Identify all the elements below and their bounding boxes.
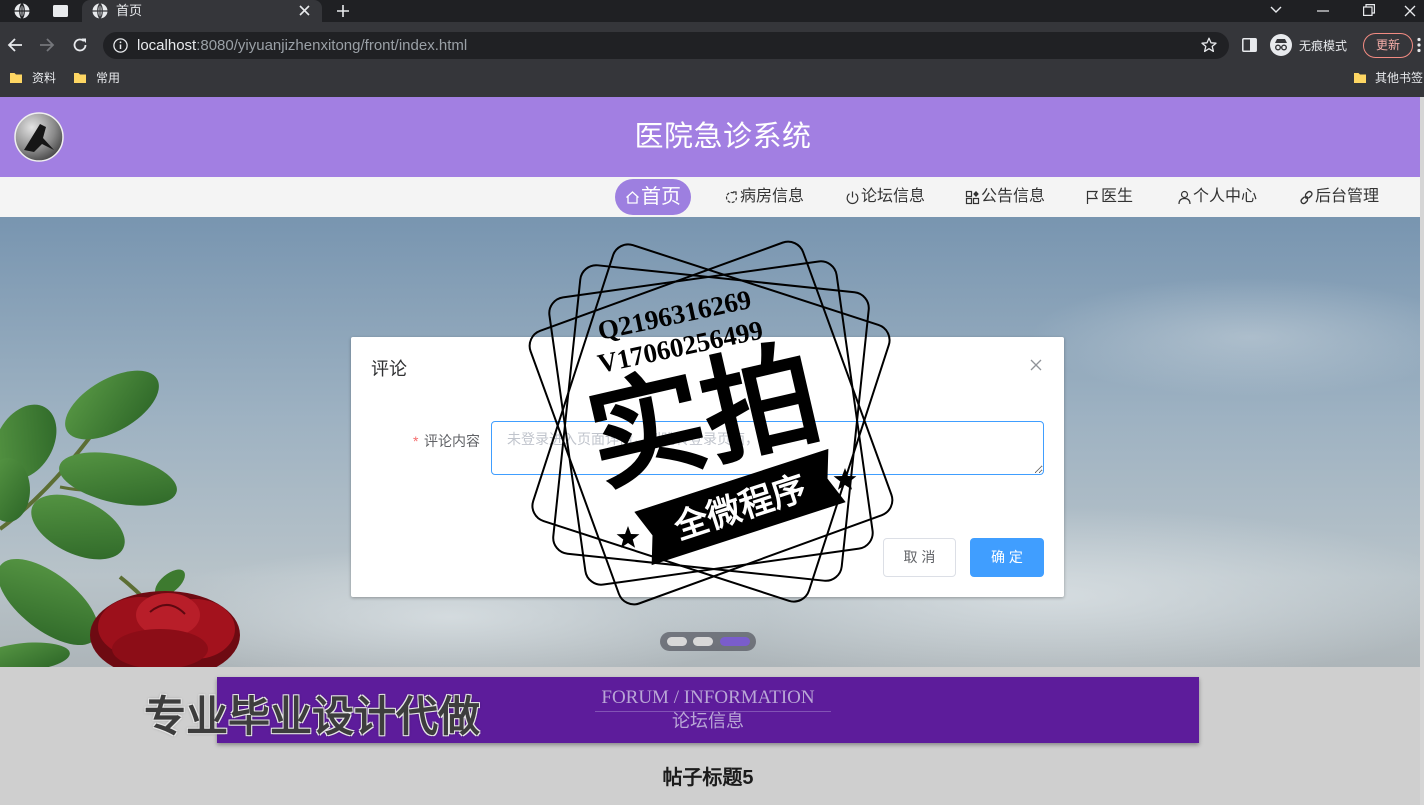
nav-item-label: 后台管理 bbox=[1315, 188, 1380, 205]
window-close-button[interactable] bbox=[1404, 5, 1416, 17]
nav-item-wards[interactable]: 病房信息 bbox=[724, 186, 804, 208]
section-title-en: FORUM / INFORMATION bbox=[601, 687, 815, 708]
bookmark-label[interactable]: 资料 bbox=[32, 71, 56, 85]
minimize-button[interactable] bbox=[1317, 6, 1329, 16]
nav-item-doctors[interactable]: 医生 bbox=[1085, 186, 1133, 208]
side-panel-button[interactable] bbox=[1242, 38, 1257, 52]
bookmarks-bar bbox=[0, 68, 1424, 97]
nav-item-label: 首页 bbox=[641, 186, 681, 208]
other-bookmarks-folder[interactable] bbox=[1354, 72, 1366, 84]
dialog-close-button[interactable] bbox=[1030, 359, 1042, 371]
user-icon bbox=[1178, 190, 1191, 204]
url-text[interactable]: localhost:8080/yiyuanjizhenxitong/front/… bbox=[137, 37, 467, 54]
required-mark: * bbox=[413, 433, 419, 449]
carousel-indicator-2[interactable] bbox=[693, 637, 713, 646]
nav-item-label: 公告信息 bbox=[981, 188, 1046, 205]
grid-icon bbox=[965, 190, 980, 204]
nav-item-label: 论坛信息 bbox=[861, 188, 926, 205]
post-title[interactable]: 帖子标题5 bbox=[217, 765, 1199, 791]
power-icon bbox=[846, 191, 859, 204]
globe-icon bbox=[14, 3, 30, 19]
restore-icon bbox=[1363, 4, 1375, 16]
close-icon bbox=[1030, 359, 1042, 371]
star-icon bbox=[1201, 37, 1217, 53]
nav-item-notices[interactable]: 公告信息 bbox=[965, 186, 1045, 208]
nav-item-label: 个人中心 bbox=[1193, 188, 1258, 205]
forward-button[interactable] bbox=[39, 37, 55, 53]
home-icon bbox=[626, 190, 639, 204]
bookmark-folder-1[interactable] bbox=[74, 72, 86, 84]
nav-item-label: 病房信息 bbox=[740, 188, 805, 205]
other-bookmarks-label[interactable]: 其他书签 bbox=[1375, 71, 1423, 85]
refresh-icon bbox=[725, 190, 738, 203]
nav-item-home[interactable]: 首页 bbox=[625, 186, 681, 208]
dialog-title: 评论 bbox=[371, 359, 407, 379]
reload-icon bbox=[73, 38, 87, 52]
browser-menu-button[interactable] bbox=[1414, 37, 1424, 53]
minimize-icon bbox=[1317, 10, 1329, 12]
pinned-tab-2[interactable] bbox=[53, 5, 68, 17]
update-button[interactable]: 更新 bbox=[1363, 33, 1413, 58]
page-title: 医院急诊系统 bbox=[634, 121, 812, 153]
carousel-indicator-1[interactable] bbox=[667, 637, 687, 646]
nav-item-admin[interactable]: 后台管理 bbox=[1299, 186, 1379, 208]
info-icon bbox=[113, 38, 128, 53]
back-button[interactable] bbox=[7, 37, 23, 53]
globe-icon bbox=[92, 3, 108, 19]
url-host: localhost bbox=[137, 37, 197, 54]
incognito-icon bbox=[1270, 34, 1292, 56]
site-logo bbox=[14, 112, 64, 162]
side-panel-icon bbox=[1242, 38, 1257, 52]
tab-title: 首页 bbox=[116, 3, 143, 18]
pinned-tab[interactable] bbox=[14, 3, 30, 19]
comment-field-label: 评论内容 bbox=[424, 433, 480, 449]
nav-item-profile[interactable]: 个人中心 bbox=[1177, 186, 1257, 208]
profile-avatar[interactable] bbox=[1270, 34, 1292, 56]
profile-label[interactable]: 无痕模式 bbox=[1299, 39, 1347, 53]
page-icon bbox=[53, 5, 68, 17]
tab-favicon bbox=[92, 3, 108, 19]
bookmark-folder-0[interactable] bbox=[10, 72, 22, 84]
section-title-cn: 论坛信息 bbox=[672, 711, 744, 731]
confirm-button[interactable]: 确 定 bbox=[970, 538, 1044, 577]
more-vertical-icon bbox=[1417, 37, 1421, 53]
url-path: :8080/yiyuanjizhenxitong/front/index.htm… bbox=[196, 37, 468, 54]
tab-search-button[interactable] bbox=[1270, 6, 1282, 14]
restore-button[interactable] bbox=[1363, 4, 1375, 16]
nav-item-label: 医生 bbox=[1101, 188, 1134, 205]
cancel-button[interactable]: 取 消 bbox=[883, 538, 956, 577]
link-icon bbox=[1300, 190, 1313, 204]
section-heading-bar: FORUM / INFORMATION 论坛信息 bbox=[217, 677, 1199, 743]
bookmark-star-button[interactable] bbox=[1201, 37, 1217, 53]
site-info-button[interactable] bbox=[113, 38, 128, 53]
folder-icon bbox=[10, 73, 22, 83]
flag-icon bbox=[1086, 190, 1099, 204]
carousel-indicator-3[interactable] bbox=[720, 637, 750, 646]
chevron-down-icon bbox=[1270, 6, 1282, 13]
arrow-left-icon bbox=[7, 38, 22, 52]
comment-textarea[interactable] bbox=[491, 421, 1044, 475]
plus-icon bbox=[337, 5, 349, 17]
close-icon bbox=[299, 5, 310, 16]
tab-close-button[interactable] bbox=[299, 5, 310, 16]
reload-button[interactable] bbox=[72, 37, 88, 53]
folder-icon bbox=[74, 73, 86, 83]
new-tab-button[interactable] bbox=[336, 4, 350, 18]
arrow-right-icon bbox=[40, 38, 55, 52]
close-icon bbox=[1404, 5, 1416, 17]
bookmark-label[interactable]: 常用 bbox=[96, 71, 120, 85]
page-scrollbar[interactable] bbox=[1420, 97, 1424, 805]
nav-item-forum[interactable]: 论坛信息 bbox=[845, 186, 925, 208]
folder-icon bbox=[1354, 73, 1366, 83]
